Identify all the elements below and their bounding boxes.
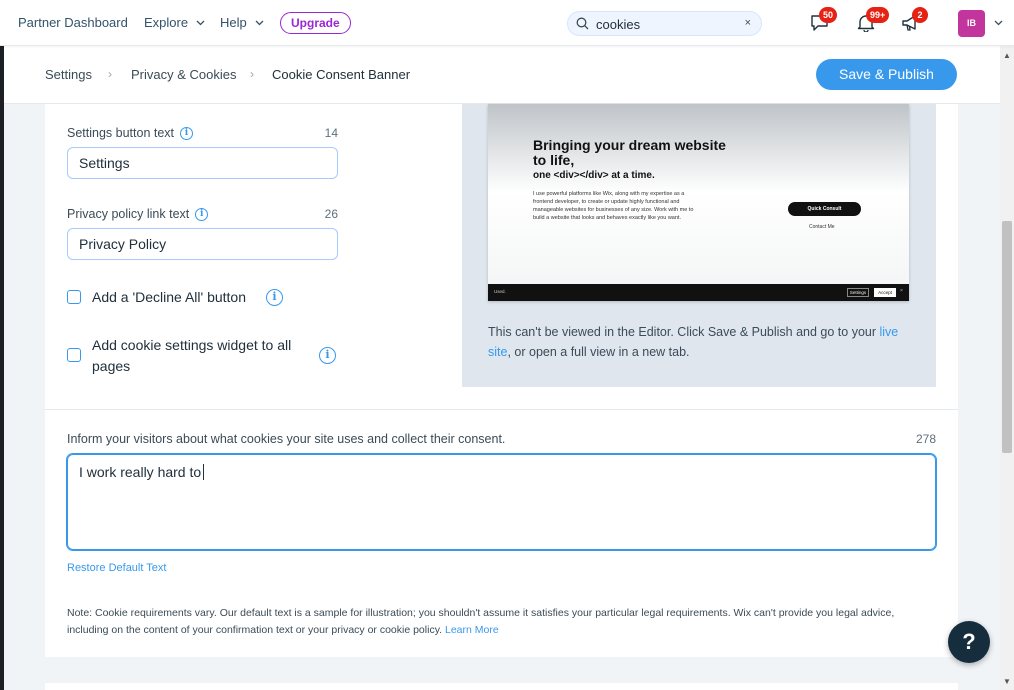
- widget-all-pages-checkbox[interactable]: [67, 348, 81, 362]
- privacy-link-label-text: Privacy policy link text: [67, 207, 190, 221]
- search-icon: [576, 17, 589, 30]
- info-icon[interactable]: i: [266, 289, 283, 306]
- info-icon[interactable]: i: [319, 347, 336, 364]
- upgrade-button[interactable]: Upgrade: [280, 12, 351, 34]
- help-button[interactable]: ?: [948, 621, 990, 663]
- preview-cookie-banner: Used. Settings Accept ×: [488, 284, 909, 301]
- search-input[interactable]: cookies: [596, 17, 640, 32]
- preview-subheadline: one <div></div> at a time.: [533, 170, 655, 181]
- chevron-down-icon[interactable]: [994, 18, 1003, 28]
- breadcrumb-separator: ›: [250, 67, 254, 81]
- chevron-down-icon: [255, 18, 264, 28]
- consent-text-card: Inform your visitors about what cookies …: [45, 409, 958, 657]
- breadcrumb-privacy-cookies[interactable]: Privacy & Cookies: [131, 67, 236, 82]
- preview-headline: Bringing your dream website to life,: [533, 137, 726, 168]
- preview-link: Contact Me: [809, 224, 835, 230]
- privacy-link-input[interactable]: Privacy Policy: [67, 228, 338, 260]
- preview-note-text: This can't be viewed in the Editor. Clic…: [488, 325, 880, 339]
- top-bar: Partner Dashboard Explore Help Upgrade c…: [0, 0, 1014, 46]
- preview-banner-close-icon: ×: [900, 288, 903, 294]
- consent-textarea[interactable]: I work really hard to: [67, 454, 936, 550]
- preview-banner-text: Used.: [494, 289, 506, 294]
- settings-button-label-text: Settings button text: [67, 126, 175, 140]
- breadcrumb-current: Cookie Consent Banner: [272, 67, 411, 82]
- learn-more-link[interactable]: Learn More: [445, 624, 499, 636]
- chevron-down-icon: [196, 18, 205, 28]
- site-preview-image: Bringing your dream website to life, one…: [488, 104, 909, 301]
- search-box[interactable]: cookies ×: [567, 11, 762, 36]
- decline-all-checkbox[interactable]: [67, 290, 81, 304]
- page-header: Settings › Privacy & Cookies › Cookie Co…: [4, 46, 1000, 104]
- decline-all-label: Add a 'Decline All' button: [92, 289, 246, 305]
- restore-default-link[interactable]: Restore Default Text: [67, 562, 166, 574]
- char-count: 26: [324, 207, 338, 221]
- preview-banner-accept: Accept: [874, 288, 896, 297]
- nav-help-label: Help: [220, 15, 247, 30]
- consent-label: Inform your visitors about what cookies …: [67, 432, 506, 446]
- scroll-down-arrow-icon[interactable]: ▼: [1003, 677, 1011, 686]
- widget-all-pages-label: Add cookie settings widget to all pages: [92, 337, 292, 374]
- preview-note-tail: , or open a full view in a new tab.: [507, 345, 690, 359]
- char-count: 278: [915, 432, 936, 446]
- scrollbar-thumb[interactable]: [1002, 221, 1012, 453]
- privacy-link-label: Privacy policy link text i: [67, 207, 209, 221]
- megaphone-badge: 2: [912, 7, 928, 23]
- scroll-up-arrow-icon[interactable]: ▲: [1003, 51, 1011, 60]
- avatar[interactable]: IB: [958, 10, 985, 37]
- chat-badge: 50: [819, 7, 838, 23]
- nav-explore[interactable]: Explore: [144, 15, 205, 30]
- legal-note: Note: Cookie requirements vary. Our defa…: [67, 605, 927, 639]
- bell-badge: 99+: [866, 7, 890, 23]
- preview-note: This can't be viewed in the Editor. Clic…: [488, 322, 908, 362]
- char-count: 14: [324, 126, 338, 140]
- preview-banner-settings: Settings: [847, 288, 869, 297]
- breadcrumb-separator: ›: [108, 67, 112, 81]
- scrollbar[interactable]: ▲ ▼: [1000, 46, 1014, 690]
- nav-explore-label: Explore: [144, 15, 189, 30]
- save-publish-button[interactable]: Save & Publish: [816, 59, 957, 90]
- settings-button-label: Settings button text i: [67, 126, 194, 140]
- brand-link[interactable]: Partner Dashboard: [18, 15, 128, 30]
- info-icon[interactable]: i: [180, 126, 194, 140]
- banner-settings-card: Settings button text i 14 Settings Priva…: [45, 104, 958, 409]
- text-caret: [203, 464, 205, 480]
- next-card: [45, 683, 958, 690]
- main-area: Settings › Privacy & Cookies › Cookie Co…: [4, 46, 1000, 690]
- consent-text-value: I work really hard to: [79, 464, 202, 480]
- preview-paragraph: I use powerful platforms like Wix, along…: [533, 191, 694, 221]
- clear-search-icon[interactable]: ×: [745, 17, 751, 29]
- settings-button-input[interactable]: Settings: [67, 147, 338, 179]
- info-icon[interactable]: i: [195, 207, 209, 221]
- breadcrumb-settings[interactable]: Settings: [45, 67, 92, 82]
- nav-help[interactable]: Help: [220, 15, 264, 30]
- preview-cta: Quick Consult: [788, 202, 861, 216]
